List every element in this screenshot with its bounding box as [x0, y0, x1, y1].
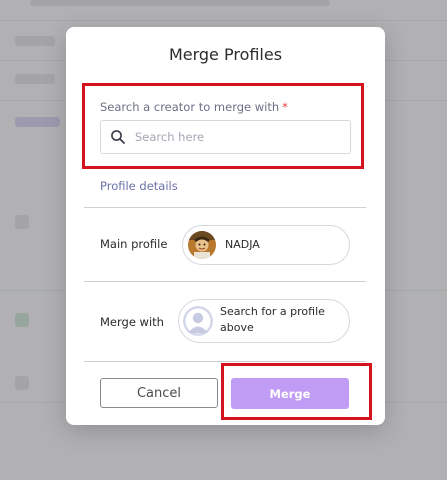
search-highlight-box: [82, 83, 364, 169]
divider: [84, 281, 366, 282]
avatar: [188, 231, 216, 259]
divider: [84, 207, 366, 208]
dialog-title: Merge Profiles: [168, 45, 283, 64]
merge-with-hint: Search for a profile above: [220, 305, 325, 334]
divider: [84, 361, 366, 362]
merge-with-label: Merge with: [100, 315, 164, 329]
user-placeholder-icon: [183, 306, 213, 336]
profile-details-link[interactable]: Profile details: [100, 179, 178, 193]
merge-with-chip[interactable]: Search for a profile above: [178, 299, 350, 343]
merge-highlight-box: [221, 363, 372, 420]
main-profile-label: Main profile: [100, 237, 168, 251]
main-profile-name: NADJA: [225, 238, 260, 251]
main-profile-chip[interactable]: NADJA: [182, 225, 350, 265]
cancel-button[interactable]: Cancel: [100, 378, 218, 408]
